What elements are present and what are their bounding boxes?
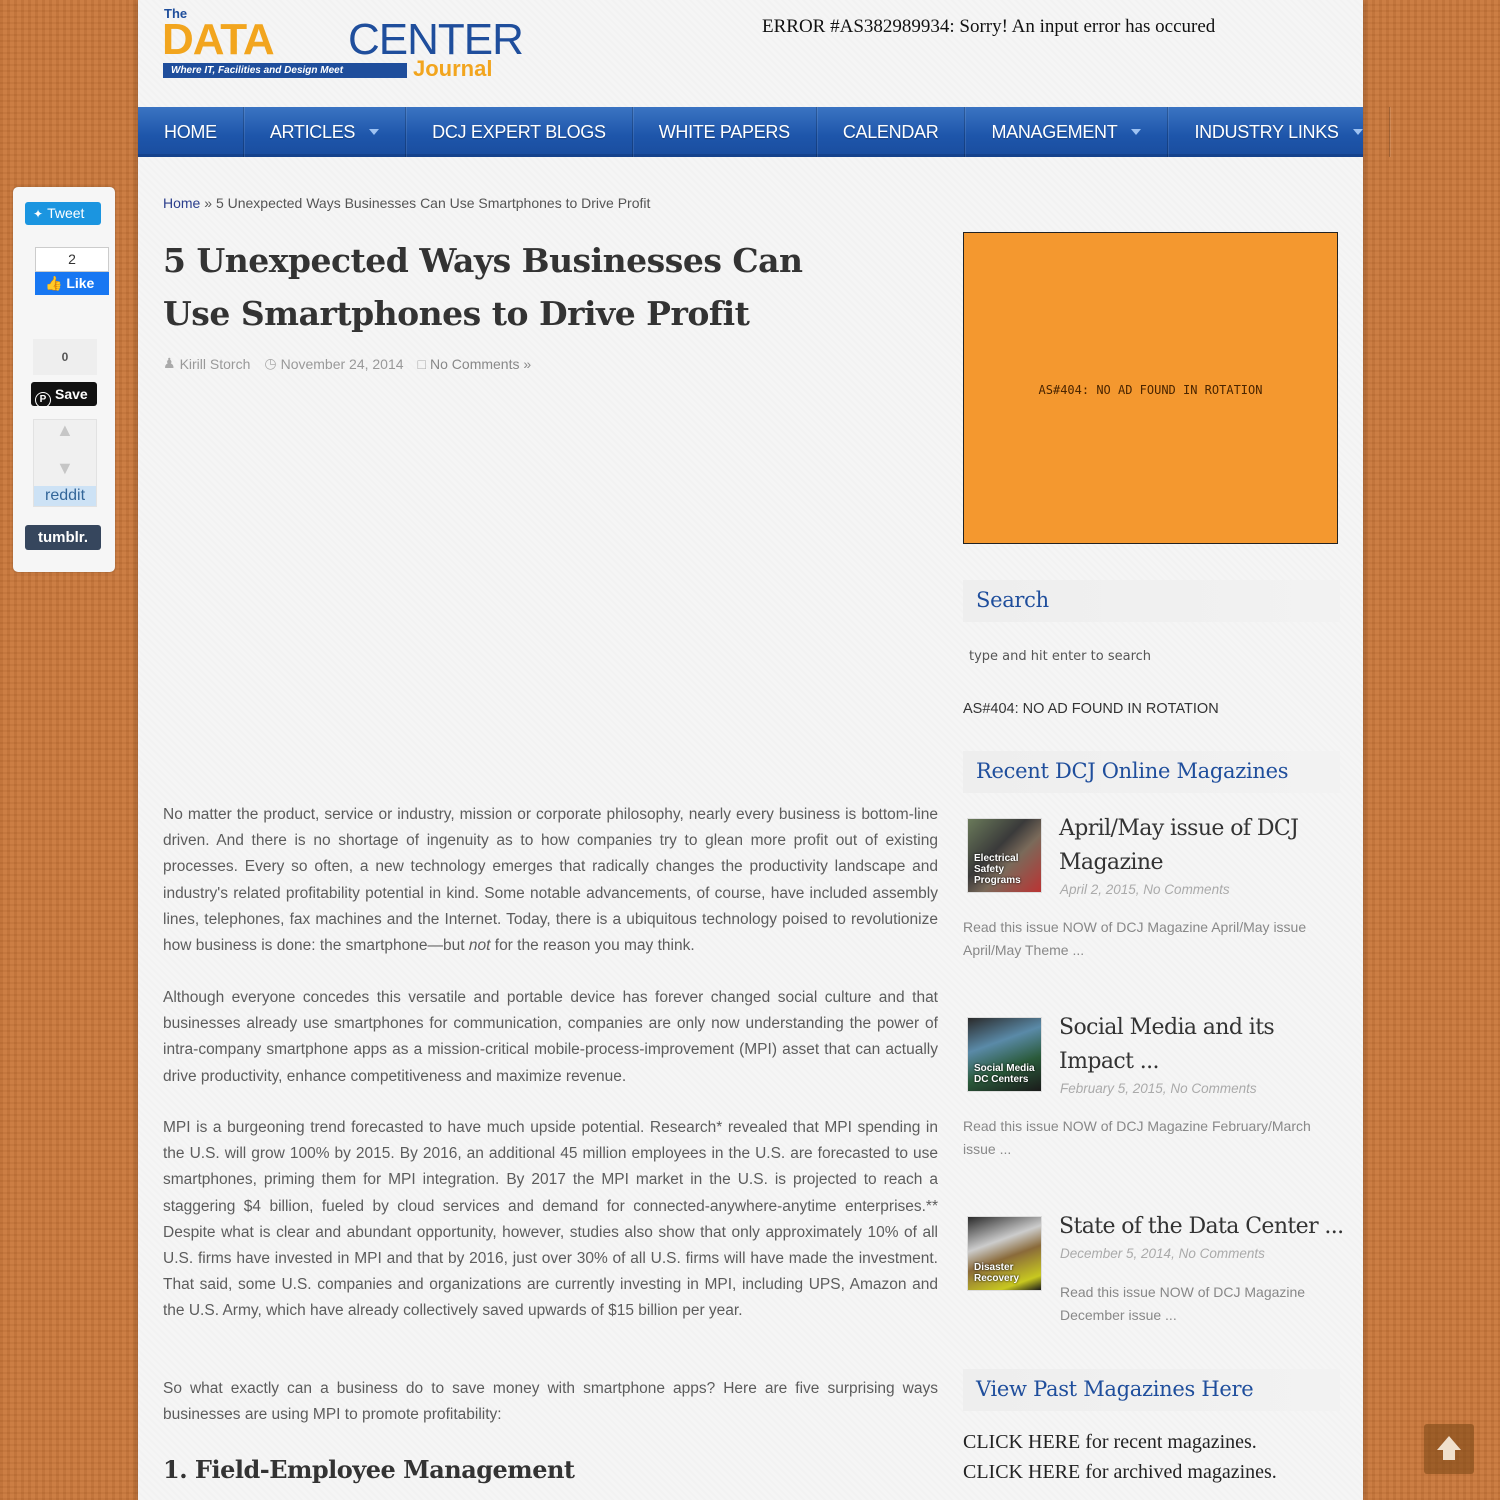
nav-item-white-papers[interactable]: WHITE PAPERS: [633, 107, 817, 157]
magazine-title-link[interactable]: Social Media and its Impact ...: [1059, 1011, 1344, 1079]
magazine-meta: February 5, 2015, No Comments: [1060, 1081, 1257, 1096]
tweet-button[interactable]: ✦ Tweet: [25, 202, 101, 225]
comment-icon: □: [417, 355, 427, 372]
thumbs-up-icon: 👍: [45, 275, 63, 291]
article-paragraph: So what exactly can a business do to sav…: [163, 1380, 938, 1424]
social-share-bar: ✦ Tweet 2 👍 Like 0 P Save ▲ ▼ reddit tumbl…: [13, 187, 115, 572]
magazine-excerpt: Read this issue NOW of DCJ Magazine Febr…: [963, 1118, 1311, 1157]
thumbnail-caption: Social Media DC Centers: [974, 1063, 1035, 1085]
article-meta: ♟ Kirill Storch ◷ November 24, 2014 □ No…: [163, 355, 545, 372]
site-logo[interactable]: The DATA CENTER Where IT, Facilities and…: [162, 6, 542, 82]
save-label: Save: [55, 386, 88, 402]
nav-label: WHITE PAPERS: [658, 122, 790, 142]
facebook-like-widget: 2 👍 Like: [35, 247, 109, 297]
thumbnail-caption: Disaster Recovery: [974, 1262, 1020, 1284]
paragraph-emphasis: not: [468, 937, 491, 955]
page-container: The DATA CENTER Where IT, Facilities and…: [138, 0, 1390, 1500]
main-nav: HOME ARTICLES DCJ EXPERT BLOGS WHITE PAP…: [138, 107, 1390, 157]
upvote-icon[interactable]: ▲: [56, 420, 74, 441]
like-label: Like: [66, 275, 95, 291]
search-widget-title: Search: [963, 580, 1340, 622]
nav-label: ARTICLES: [269, 122, 356, 142]
magazine-title-link[interactable]: April/May issue of DCJ Magazine: [1059, 812, 1344, 880]
pinterest-count: 0: [33, 339, 97, 375]
nav-item-articles[interactable]: ARTICLES: [244, 107, 407, 157]
chevron-down-icon: [1131, 129, 1142, 135]
nav-label: HOME: [164, 122, 217, 142]
nav-label: CALENDAR: [842, 122, 939, 142]
search-input[interactable]: [963, 640, 1340, 672]
paragraph-text: for the reason you may think.: [490, 937, 695, 955]
article-paragraph: MPI is a burgeoning trend forecasted to …: [163, 1119, 938, 1320]
logo-tagline: Where IT, Facilities and Design Meet: [163, 63, 407, 78]
magazine-meta: April 2, 2015, No Comments: [1060, 882, 1230, 897]
tumblr-button[interactable]: tumblr.: [25, 525, 101, 550]
magazine-excerpt: Read this issue NOW of DCJ Magazine Apri…: [963, 919, 1307, 958]
article-paragraph: Although everyone concedes this versatil…: [163, 989, 938, 1085]
nav-item-management[interactable]: MANAGEMENT: [965, 107, 1169, 157]
facebook-like-count: 2: [35, 247, 109, 272]
recent-magazines-link[interactable]: CLICK HERE for recent magazines.: [963, 1431, 1257, 1454]
article-title: 5 Unexpected Ways Businesses Can Use Sma…: [163, 241, 803, 333]
header-error-message: ERROR #AS382989934: Sorry! An input erro…: [762, 16, 1216, 37]
downvote-icon[interactable]: ▼: [56, 458, 74, 479]
breadcrumb-current: 5 Unexpected Ways Businesses Can Use Sma…: [215, 195, 651, 211]
article-paragraph: No matter the product, service or indust…: [163, 802, 938, 959]
facebook-like-button[interactable]: 👍 Like: [35, 272, 109, 295]
arrow-up-icon: [1437, 1436, 1461, 1450]
magazine-thumbnail[interactable]: Electrical Safety Programs: [967, 818, 1042, 893]
chevron-down-icon: [1352, 129, 1363, 135]
breadcrumb: Home » 5 Unexpected Ways Businesses Can …: [163, 195, 650, 211]
arrow-up-stem: [1443, 1450, 1455, 1460]
breadcrumb-home-link[interactable]: Home: [163, 195, 200, 211]
ad-error-text: AS#404: NO AD FOUND IN ROTATION: [1038, 383, 1263, 397]
pinterest-save-button[interactable]: P Save: [31, 382, 97, 408]
logo-journal: Journal: [413, 56, 493, 81]
nav-label: DCJ EXPERT BLOGS: [432, 122, 606, 142]
recent-magazines-title: Recent DCJ Online Magazines: [963, 751, 1340, 793]
section-heading: 1. Field-Employee Management: [163, 1455, 575, 1484]
magazine-excerpt: Read this issue NOW of DCJ Magazine Dece…: [1060, 1284, 1306, 1323]
tweet-label: Tweet: [47, 205, 85, 221]
magazine-title-link[interactable]: State of the Data Center ...: [1059, 1210, 1344, 1244]
author-icon: ♟: [163, 355, 176, 371]
nav-item-dcj-expert-blogs[interactable]: DCJ EXPERT BLOGS: [406, 107, 633, 157]
magazine-thumbnail[interactable]: Social Media DC Centers: [967, 1017, 1042, 1092]
breadcrumb-separator: »: [204, 195, 213, 211]
past-magazines-title: View Past Magazines Here: [963, 1369, 1340, 1411]
magazine-thumbnail[interactable]: Disaster Recovery: [967, 1216, 1042, 1291]
sidebar-ad-banner[interactable]: AS#404: NO AD FOUND IN ROTATION: [963, 232, 1338, 544]
comments-link[interactable]: No Comments »: [430, 356, 531, 372]
nav-item-calendar[interactable]: CALENDAR: [817, 107, 966, 157]
thumbnail-caption: Electrical Safety Programs: [974, 853, 1021, 886]
archived-magazines-link[interactable]: CLICK HERE for archived magazines.: [963, 1461, 1277, 1484]
reddit-label[interactable]: reddit: [34, 486, 96, 506]
magazine-meta: December 5, 2014, No Comments: [1060, 1246, 1265, 1261]
paragraph-text: No matter the product, service or indust…: [163, 806, 938, 955]
twitter-bird-icon: ✦: [33, 207, 44, 221]
reddit-vote-widget: ▲ ▼ reddit: [33, 419, 97, 507]
sidebar-text-ad: AS#404: NO AD FOUND IN ROTATION: [963, 701, 1219, 717]
nav-label: MANAGEMENT: [991, 122, 1118, 142]
back-to-top-button[interactable]: [1424, 1424, 1474, 1474]
nav-item-home[interactable]: HOME: [138, 107, 244, 157]
pinterest-icon: P: [35, 392, 51, 408]
chevron-down-icon: [369, 129, 380, 135]
clock-icon: ◷: [264, 355, 277, 371]
nav-item-industry-links[interactable]: INDUSTRY LINKS: [1168, 107, 1390, 157]
logo-data: DATA: [162, 15, 275, 64]
article-date: November 24, 2014: [280, 355, 404, 372]
nav-label: INDUSTRY LINKS: [1194, 122, 1339, 142]
article-author[interactable]: Kirill Storch: [180, 356, 251, 372]
